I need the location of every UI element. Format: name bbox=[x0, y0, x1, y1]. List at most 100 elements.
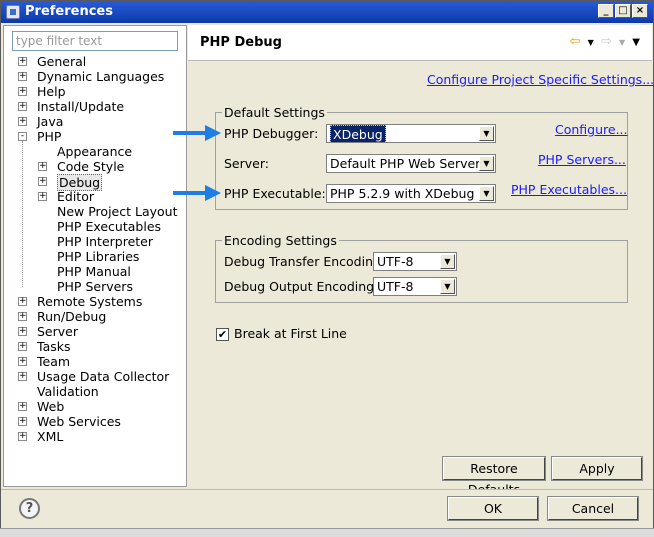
tree-item[interactable]: + Web Services bbox=[18, 414, 184, 429]
taskbar-strip bbox=[0, 528, 654, 537]
expand-icon[interactable]: + bbox=[18, 417, 27, 426]
tree-item[interactable]: PHP Manual bbox=[38, 264, 184, 279]
tree-item[interactable]: + Debug bbox=[38, 174, 184, 191]
php-executables-link[interactable]: PHP Executables... bbox=[511, 182, 627, 197]
tree-item-label: Install/Update bbox=[37, 99, 125, 114]
tree-item[interactable]: PHP Interpreter bbox=[38, 234, 184, 249]
expand-icon[interactable]: + bbox=[18, 72, 27, 81]
tree-item[interactable]: + Usage Data Collector bbox=[18, 369, 184, 384]
tree-item-label: Editor bbox=[57, 189, 94, 204]
expand-icon[interactable]: + bbox=[38, 162, 47, 171]
pointer-arrow-icon bbox=[173, 125, 221, 141]
maximize-button[interactable]: □ bbox=[615, 4, 631, 18]
tree-item[interactable]: + Java bbox=[18, 114, 184, 129]
break-first-line-checkbox[interactable]: ✔ bbox=[216, 328, 229, 341]
expand-icon[interactable]: + bbox=[38, 192, 47, 201]
expand-icon[interactable]: + bbox=[18, 357, 27, 366]
expand-icon[interactable]: + bbox=[18, 87, 27, 96]
tree-item[interactable]: + General bbox=[18, 54, 184, 69]
tree-item-label: Appearance bbox=[57, 144, 133, 159]
chevron-down-icon[interactable]: ▼ bbox=[479, 156, 494, 171]
debug-output-encoding-combo[interactable]: UTF-8 ▼ bbox=[373, 277, 457, 296]
expand-icon[interactable]: + bbox=[18, 117, 27, 126]
break-first-line-label: Break at First Line bbox=[234, 326, 347, 341]
filter-input[interactable] bbox=[12, 31, 178, 51]
tree-item[interactable]: Validation bbox=[18, 384, 184, 399]
tree-item-label: Usage Data Collector bbox=[37, 369, 170, 384]
expand-icon[interactable]: + bbox=[18, 342, 27, 351]
expand-icon[interactable]: + bbox=[18, 297, 27, 306]
tree-item-label: Help bbox=[37, 84, 66, 99]
tree-item[interactable]: + Run/Debug bbox=[18, 309, 184, 324]
collapse-icon[interactable]: - bbox=[18, 132, 27, 141]
cancel-button[interactable]: Cancel bbox=[547, 496, 639, 521]
expand-icon[interactable]: + bbox=[18, 432, 27, 441]
tree-item-label: PHP bbox=[37, 129, 62, 144]
debug-transfer-encoding-value: UTF-8 bbox=[377, 254, 414, 269]
expand-icon[interactable]: + bbox=[18, 402, 27, 411]
tree-item-label: Validation bbox=[37, 384, 99, 399]
title-bar[interactable]: Preferences _ □ × bbox=[1, 1, 653, 23]
tree-item[interactable]: PHP Executables bbox=[38, 219, 184, 234]
dialog-button-bar: ? OK Cancel bbox=[1, 489, 653, 529]
server-label: Server: bbox=[224, 156, 269, 171]
tree-item[interactable]: + Remote Systems bbox=[18, 294, 184, 309]
chevron-down-icon[interactable]: ▼ bbox=[440, 254, 455, 269]
tree-item[interactable]: + Editor bbox=[38, 189, 184, 204]
tree-item[interactable]: PHP Servers bbox=[38, 279, 184, 294]
help-icon[interactable]: ? bbox=[19, 498, 40, 519]
php-debugger-combo[interactable]: XDebug ▼ bbox=[326, 124, 496, 143]
chevron-down-icon[interactable]: ▼ bbox=[479, 126, 494, 141]
tree-item[interactable]: + Install/Update bbox=[18, 99, 184, 114]
expand-icon[interactable]: + bbox=[18, 57, 27, 66]
expand-icon[interactable]: + bbox=[38, 177, 47, 186]
tree-item[interactable]: + Web bbox=[18, 399, 184, 414]
tree-item[interactable]: + Help bbox=[18, 84, 184, 99]
tree-item-label: PHP Manual bbox=[57, 264, 131, 279]
configure-project-settings-link[interactable]: Configure Project Specific Settings... bbox=[427, 72, 654, 87]
forward-arrow-icon[interactable]: ⇨ bbox=[601, 34, 612, 49]
tree-item[interactable]: Appearance bbox=[38, 144, 184, 159]
tree-item-label: Remote Systems bbox=[37, 294, 143, 309]
php-executable-combo[interactable]: PHP 5.2.9 with XDebug ▼ bbox=[326, 184, 496, 203]
back-arrow-icon[interactable]: ⇦ bbox=[570, 34, 581, 49]
tree-item-label: Web Services bbox=[37, 414, 121, 429]
chevron-down-icon[interactable]: ▼ bbox=[479, 186, 494, 201]
tree-item[interactable]: + Tasks bbox=[18, 339, 184, 354]
tree-item[interactable]: + Team bbox=[18, 354, 184, 369]
expand-icon[interactable]: + bbox=[18, 327, 27, 336]
tree-item-label: New Project Layout bbox=[57, 204, 178, 219]
php-debug-page: PHP Debug ⇦ ▼ ⇨ ▼ ▼ Configure Project Sp… bbox=[188, 25, 654, 497]
php-executable-value: PHP 5.2.9 with XDebug bbox=[330, 186, 475, 201]
tree-item[interactable]: + Dynamic Languages bbox=[18, 69, 184, 84]
expand-icon[interactable]: + bbox=[18, 372, 27, 381]
restore-defaults-button[interactable]: Restore Defaults bbox=[442, 456, 546, 497]
chevron-down-icon[interactable]: ▼ bbox=[440, 279, 455, 294]
server-combo[interactable]: Default PHP Web Server ▼ bbox=[326, 154, 496, 173]
ok-button[interactable]: OK bbox=[447, 496, 539, 521]
php-servers-link[interactable]: PHP Servers... bbox=[538, 152, 626, 167]
php-debugger-value: XDebug bbox=[330, 125, 386, 142]
window-title: Preferences bbox=[25, 4, 113, 19]
expand-icon[interactable]: + bbox=[18, 312, 27, 321]
apply-button[interactable]: Apply bbox=[551, 456, 643, 481]
debug-transfer-encoding-combo[interactable]: UTF-8 ▼ bbox=[373, 252, 457, 271]
tree-item[interactable]: New Project Layout bbox=[38, 204, 184, 219]
forward-menu-chevron-icon[interactable]: ▼ bbox=[619, 38, 625, 47]
debug-output-encoding-value: UTF-8 bbox=[377, 279, 414, 294]
tree-item[interactable]: PHP Libraries bbox=[38, 249, 184, 264]
configure-debugger-link[interactable]: Configure... bbox=[555, 122, 628, 137]
tree-item[interactable]: + Code Style bbox=[38, 159, 184, 174]
tree-item-label: PHP Interpreter bbox=[57, 234, 154, 249]
view-menu-icon[interactable]: ▼ bbox=[632, 37, 640, 48]
tree-item[interactable]: + Server bbox=[18, 324, 184, 339]
minimize-button[interactable]: _ bbox=[598, 4, 614, 18]
back-menu-chevron-icon[interactable]: ▼ bbox=[588, 38, 594, 47]
page-nav: ⇦ ▼ ⇨ ▼ ▼ bbox=[567, 34, 640, 49]
server-value: Default PHP Web Server bbox=[330, 156, 481, 171]
tree-item[interactable]: - PHP bbox=[18, 129, 184, 144]
expand-icon[interactable]: + bbox=[18, 102, 27, 111]
page-title: PHP Debug bbox=[200, 35, 282, 50]
close-button[interactable]: × bbox=[632, 4, 648, 18]
tree-item[interactable]: + XML bbox=[18, 429, 184, 444]
